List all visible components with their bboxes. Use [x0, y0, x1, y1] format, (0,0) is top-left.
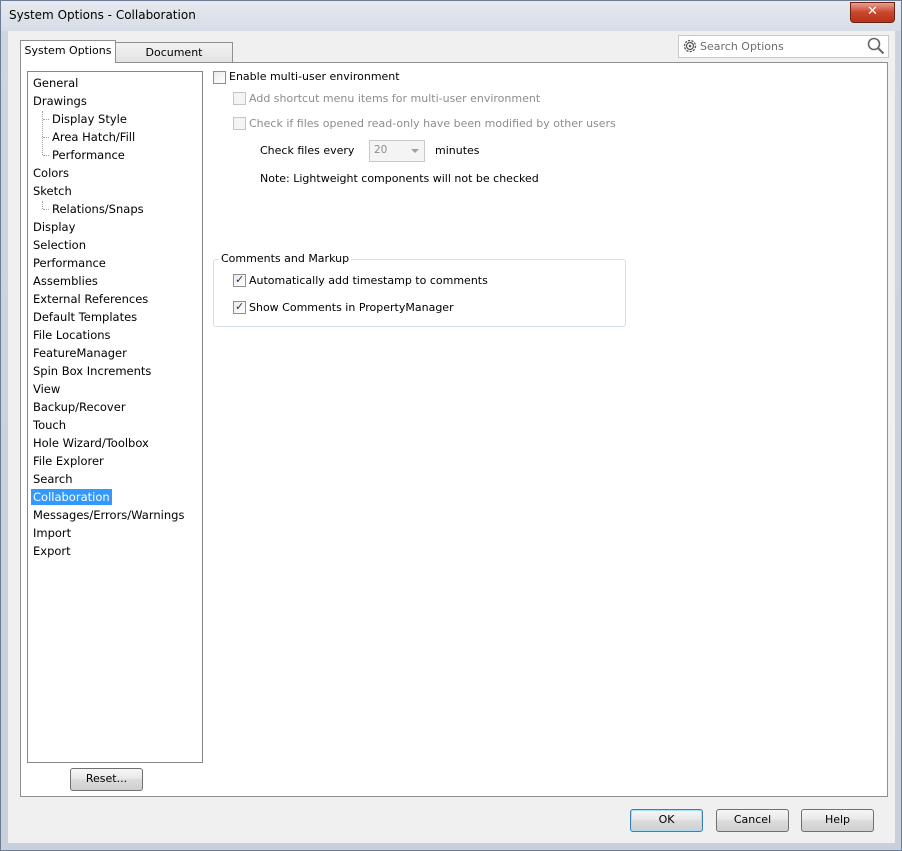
tree-item[interactable]: Display: [33, 219, 75, 235]
cancel-button[interactable]: Cancel: [716, 809, 789, 832]
tab-document-properties[interactable]: Document Properties: [115, 42, 233, 78]
tree-item[interactable]: Selection: [33, 237, 86, 253]
tree-item[interactable]: File Locations: [33, 327, 111, 343]
check-files-every-label: Check files every: [260, 144, 355, 157]
comments-markup-title: Comments and Markup: [219, 252, 352, 266]
shortcut-menu-checkbox[interactable]: [233, 92, 246, 105]
tree-item[interactable]: Touch: [33, 417, 66, 433]
tree-item[interactable]: Export: [33, 543, 71, 559]
tree-item[interactable]: Assemblies: [33, 273, 98, 289]
tree-connector: [43, 119, 49, 120]
tree-item[interactable]: Sketch: [33, 183, 72, 199]
minutes-label: minutes: [435, 144, 480, 157]
tree-item[interactable]: FeatureManager: [33, 345, 127, 361]
tree-item[interactable]: View: [33, 381, 60, 397]
checkmark-icon: ✓: [235, 300, 245, 313]
tree-item[interactable]: Spin Box Increments: [33, 363, 151, 379]
options-tree[interactable]: General Drawings Display Style Area Hatch/F…: [27, 71, 203, 763]
search-input[interactable]: Search Options: [700, 40, 784, 53]
readonly-check-checkbox[interactable]: [233, 117, 246, 130]
timestamp-checkbox[interactable]: ✓: [233, 273, 246, 287]
tree-item[interactable]: Messages/Errors/Warnings: [33, 507, 184, 523]
title-bar[interactable]: System Options - Collaboration ✕: [1, 1, 901, 31]
comments-markup-group: [213, 259, 626, 327]
ok-button[interactable]: OK: [630, 809, 703, 832]
gear-icon: [683, 39, 697, 53]
tree-item[interactable]: Performance: [33, 255, 106, 271]
tree-item[interactable]: Relations/Snaps: [52, 201, 144, 217]
tree-item[interactable]: Hole Wizard/Toolbox: [33, 435, 149, 451]
enable-multi-user-checkbox[interactable]: [213, 71, 226, 84]
tree-item[interactable]: Colors: [33, 165, 69, 181]
enable-multi-user-label: Enable multi-user environment: [229, 70, 400, 83]
tree-item[interactable]: Search: [33, 471, 73, 487]
tab-panel: General Drawings Display Style Area Hatch/F…: [20, 62, 888, 797]
tree-connector: [43, 137, 49, 138]
checkmark-icon: ✓: [235, 273, 245, 286]
tree-item[interactable]: External References: [33, 291, 148, 307]
show-comments-checkbox[interactable]: ✓: [233, 300, 246, 314]
window-title: System Options - Collaboration: [9, 8, 196, 22]
tab-system-options[interactable]: System Options: [20, 40, 116, 63]
dialog-client: System Options Document Properties Searc…: [8, 31, 895, 843]
tab-label: System Options: [24, 44, 112, 57]
magnifier-icon[interactable]: [867, 37, 885, 55]
check-interval-value: 20: [374, 144, 388, 156]
chevron-down-icon: [411, 149, 419, 153]
timestamp-label: Automatically add timestamp to comments: [249, 274, 488, 287]
help-button[interactable]: Help: [801, 809, 874, 832]
tree-item[interactable]: Default Templates: [33, 309, 137, 325]
tree-connector: [43, 209, 49, 210]
shortcut-menu-label: Add shortcut menu items for multi-user e…: [249, 92, 541, 105]
system-options-dialog: System Options - Collaboration ✕ System …: [0, 0, 902, 851]
tree-connector: [43, 155, 49, 156]
tree-item[interactable]: Display Style: [52, 111, 127, 127]
tree-item[interactable]: Collaboration: [31, 489, 112, 505]
tree-item[interactable]: Area Hatch/Fill: [52, 129, 135, 145]
lightweight-note: Note: Lightweight components will not be…: [260, 172, 539, 185]
tree-item[interactable]: Import: [33, 525, 71, 541]
tree-item[interactable]: File Explorer: [33, 453, 104, 469]
close-button[interactable]: ✕: [850, 2, 895, 23]
close-icon: ✕: [867, 4, 878, 19]
check-interval-select[interactable]: 20: [369, 140, 425, 162]
readonly-check-label: Check if files opened read-only have bee…: [249, 117, 616, 130]
tree-item[interactable]: Performance: [52, 147, 125, 163]
show-comments-label: Show Comments in PropertyManager: [249, 301, 454, 314]
search-options-box[interactable]: Search Options: [678, 35, 889, 58]
tree-connector: [42, 201, 43, 209]
tree-connector: [42, 111, 43, 155]
tree-item[interactable]: General: [33, 75, 78, 91]
reset-button[interactable]: Reset...: [70, 768, 143, 791]
tree-item[interactable]: Drawings: [33, 93, 87, 109]
tree-item[interactable]: Backup/Recover: [33, 399, 126, 415]
